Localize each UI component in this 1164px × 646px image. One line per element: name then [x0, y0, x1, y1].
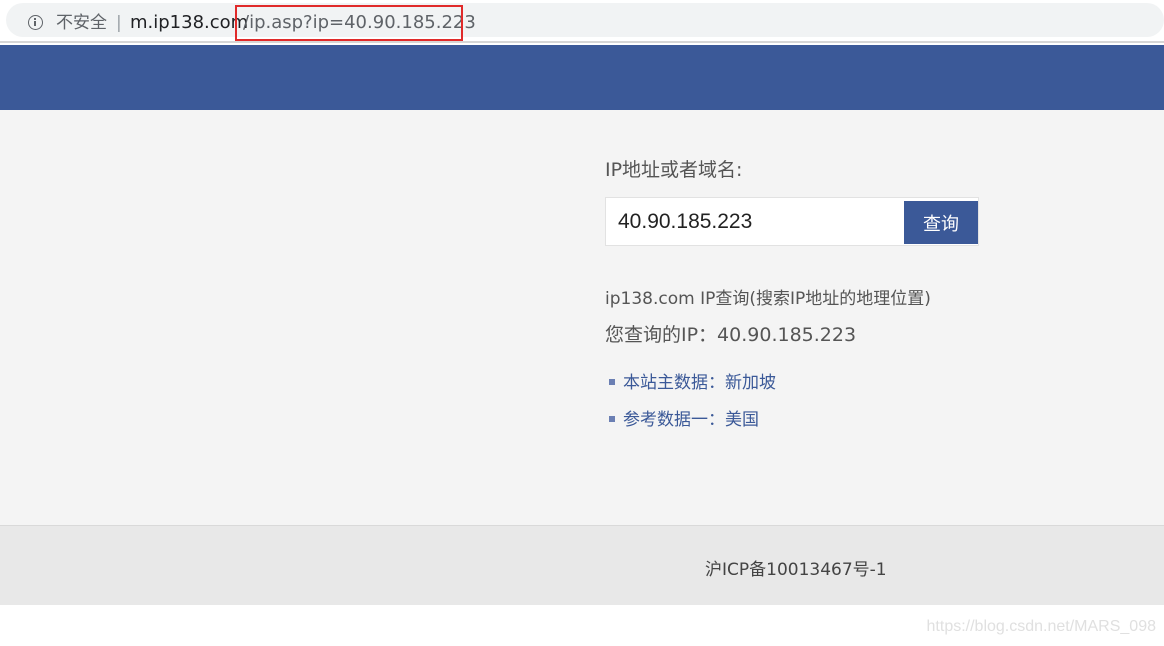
url-separator: |: [116, 13, 122, 33]
search-label: IP地址或者域名:: [605, 159, 743, 181]
info-icon[interactable]: [28, 15, 43, 30]
result-item-text: 参考数据一：美国: [623, 410, 759, 430]
site-header: [0, 45, 1164, 110]
result-item-primary: 本站主数据：新加坡: [609, 370, 776, 407]
result-item-reference: 参考数据一：美国: [609, 407, 776, 444]
square-bullet-icon: [609, 379, 615, 385]
main-content: IP地址或者域名: 查询 ip138.com IP查询(搜索IP地址的地理位置)…: [0, 110, 1164, 525]
annotation-highlight-box: [235, 5, 463, 41]
ip-input[interactable]: [606, 198, 902, 245]
queried-ip-text: 您查询的IP：40.90.185.223: [605, 324, 857, 346]
icp-record: 沪ICP备10013467号-1: [705, 560, 887, 580]
result-item-text: 本站主数据：新加坡: [623, 373, 776, 393]
url-host[interactable]: m.ip138.com: [130, 12, 248, 34]
query-button[interactable]: 查询: [904, 201, 978, 244]
browser-address-bar: 不安全 | m.ip138.com /ip.asp?ip=40.90.185.2…: [0, 0, 1164, 43]
security-label[interactable]: 不安全: [56, 12, 107, 34]
result-list: 本站主数据：新加坡 参考数据一：美国: [609, 370, 776, 444]
search-form: 查询: [605, 197, 979, 246]
watermark-text: https://blog.csdn.net/MARS_098: [926, 618, 1156, 635]
site-description: ip138.com IP查询(搜索IP地址的地理位置): [605, 289, 931, 309]
square-bullet-icon: [609, 416, 615, 422]
omnibox[interactable]: 不安全 | m.ip138.com /ip.asp?ip=40.90.185.2…: [6, 3, 1164, 37]
page-footer: 沪ICP备10013467号-1: [0, 525, 1164, 605]
